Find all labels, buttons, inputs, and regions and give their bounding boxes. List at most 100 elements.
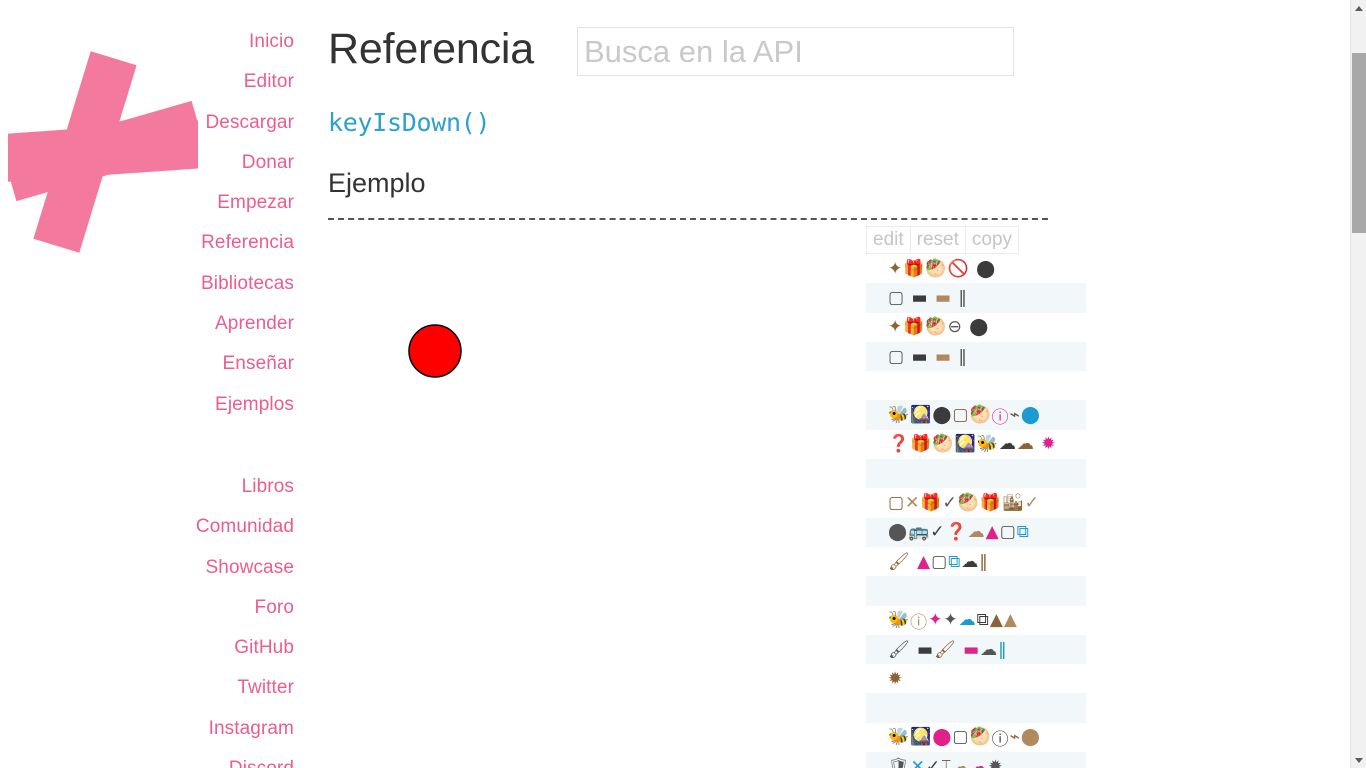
code-glyph: ▢	[888, 346, 906, 367]
sidebar-item-instagram[interactable]: Instagram	[4, 709, 294, 749]
sidebar-item-bibliotecas[interactable]: Bibliotecas	[4, 264, 294, 304]
section-title-ejemplo: Ejemplo	[328, 168, 426, 198]
code-line[interactable]	[866, 459, 1086, 489]
code-glyph: ▬	[963, 639, 981, 660]
code-line[interactable]: ✦ 🎁 🥙 🚫 ⬤	[866, 254, 1086, 284]
code-line[interactable]: ⬤ 🚌 ✓ ❓ ☁ ▲ ▢ ⧉	[866, 517, 1086, 547]
sidebar-item-descargar[interactable]: Descargar	[4, 103, 294, 143]
code-glyph: ▢	[931, 551, 949, 572]
sidebar-item-github[interactable]: GitHub	[4, 628, 294, 668]
code-line[interactable]: 🛡 ✕ ✓ ⌶ ☁ ☁ ✹	[866, 752, 1086, 768]
code-glyph: ☁	[967, 522, 986, 543]
code-glyph: 🖌	[934, 639, 957, 660]
code-glyph: ▢	[888, 287, 906, 308]
search-box[interactable]	[576, 27, 1014, 76]
code-glyph: ☁	[952, 756, 971, 768]
code-glyph: ⌶	[941, 756, 953, 768]
section-divider	[328, 218, 1048, 220]
code-line[interactable]	[866, 371, 1086, 401]
sidebar-item-referencia[interactable]: Referencia	[4, 223, 294, 263]
code-line[interactable]: 🐝 🎑 ⬤ ▢ 🥙 ⓘ ⌁ ⬤	[866, 722, 1086, 753]
code-glyph: ✓	[942, 493, 958, 514]
sidebar-item-ejemplos[interactable]: Ejemplos	[4, 385, 294, 425]
page-title: Referencia	[328, 25, 534, 73]
sidebar-item-ensenar[interactable]: Enseñar	[4, 344, 294, 384]
sidebar-item-comunidad[interactable]: Comunidad	[4, 507, 294, 547]
code-glyph: ✓	[1024, 493, 1040, 514]
code-glyph: ▲	[989, 610, 1004, 631]
code-glyph: ✦	[888, 317, 904, 338]
code-line[interactable]: ▢ ▬ ▬ ‖	[866, 341, 1086, 372]
code-glyph: ▢	[952, 727, 970, 748]
code-line[interactable]: ✹	[866, 664, 1086, 694]
code-editor-lines[interactable]: ✦ 🎁 🥙 🚫 ⬤ ▢ ▬ ▬ ‖ ✦ 🎁 🥙 ⊖ ⬤ ▢ ▬ ▬ ‖ 🐝 🎑 ⬤ ▢ 🥙 ⓘ ⌁ ⬤ ❓ 🎁 🥙 🎑 🐝 ☁…	[866, 254, 1086, 768]
code-line[interactable]: 🖌 ▲ ▢ ⧉ ☁ ‖	[866, 546, 1086, 577]
code-glyph: ☁	[970, 756, 989, 768]
code-glyph: ☁	[961, 551, 980, 572]
code-glyph: ⓘ	[991, 407, 1010, 428]
code-line[interactable]: 🐝 🎑 ⬤ ▢ 🥙 ⓘ ⌁ ⬤	[866, 400, 1086, 430]
code-glyph: ⬤	[932, 727, 953, 748]
code-line[interactable]: ▢ ✕ 🎁 ✓ 🥙 🎁 🏙 ✓	[866, 488, 1086, 518]
sidebar-item-aprender[interactable]: Aprender	[4, 304, 294, 344]
code-glyph: ❓	[945, 522, 968, 543]
code-glyph: ▬	[917, 639, 935, 660]
code-glyph: ▢	[888, 493, 906, 514]
code-glyph: 🐝	[976, 434, 999, 455]
code-glyph: ✕	[905, 493, 921, 514]
code-line[interactable]: 🐝 ⓘ ✦ ✦ ☁ ⧉ ▲ ▲	[866, 605, 1086, 635]
code-glyph: 🚌	[908, 522, 931, 543]
sidebar: Inicio Editor Descargar Donar Empezar Re…	[0, 0, 310, 768]
code-glyph: ⬤	[976, 258, 997, 279]
page-header: Referencia	[328, 22, 1014, 76]
code-glyph: ☁	[998, 434, 1017, 455]
code-glyph: 🥙	[925, 258, 948, 279]
code-line[interactable]: 🖌 ▬ 🖌 ▬ ☁ ‖	[866, 634, 1086, 665]
scroll-up-arrow-icon[interactable]	[1351, 0, 1366, 16]
code-glyph: ⬤	[888, 522, 909, 543]
scroll-down-arrow-icon[interactable]	[1351, 752, 1366, 768]
code-glyph: 🖌	[888, 551, 911, 572]
sidebar-item-discord[interactable]: Discord	[4, 749, 294, 768]
sidebar-item-showcase[interactable]: Showcase	[4, 548, 294, 588]
code-glyph: ☁	[1016, 434, 1035, 455]
code-glyph: ⌁	[1009, 727, 1021, 748]
code-glyph: ▬	[911, 287, 929, 308]
code-glyph: ⓘ	[991, 729, 1010, 750]
code-line[interactable]	[866, 693, 1086, 723]
sidebar-item-empezar[interactable]: Empezar	[4, 183, 294, 223]
code-glyph: 🥙	[925, 317, 948, 338]
code-glyph: ✹	[988, 756, 1004, 768]
sidebar-item-twitter[interactable]: Twitter	[4, 668, 294, 708]
code-line[interactable]	[866, 576, 1086, 606]
sidebar-item-inicio[interactable]: Inicio	[4, 22, 294, 62]
sidebar-nav: Inicio Editor Descargar Donar Empezar Re…	[4, 22, 294, 768]
code-line[interactable]: ▢ ▬ ▬ ‖	[866, 283, 1086, 313]
code-glyph: ‖	[958, 287, 968, 308]
code-glyph: ⬤	[969, 317, 990, 338]
sidebar-item-donar[interactable]: Donar	[4, 143, 294, 183]
code-glyph: ▢	[952, 405, 970, 426]
code-glyph: ⬤	[1020, 405, 1041, 426]
search-input[interactable]	[583, 33, 1013, 70]
code-glyph: ⌁	[1009, 405, 1021, 426]
reset-button[interactable]: reset	[910, 226, 966, 254]
code-line[interactable]: ❓ 🎁 🥙 🎑 🐝 ☁ ☁ ✹	[866, 429, 1086, 460]
edit-button[interactable]: edit	[866, 226, 911, 254]
scrollbar-thumb[interactable]	[1352, 53, 1366, 233]
sketch-canvas[interactable]	[385, 301, 485, 401]
code-glyph: ⓘ	[910, 612, 929, 633]
vertical-scrollbar[interactable]	[1350, 0, 1366, 768]
code-glyph: ⧉	[976, 610, 990, 631]
code-glyph: 🎁	[979, 493, 1003, 514]
code-line[interactable]: ✦ 🎁 🥙 ⊖ ⬤	[866, 312, 1086, 342]
code-glyph: 🖌	[888, 639, 911, 660]
main-content: Referencia keyIsDown() Ejemplo edit rese…	[310, 0, 1350, 768]
page-root: Inicio Editor Descargar Donar Empezar Re…	[0, 0, 1366, 768]
code-glyph: 🥙	[957, 493, 980, 514]
code-glyph: 🎑	[910, 727, 933, 748]
copy-button[interactable]: copy	[965, 226, 1020, 254]
sidebar-item-foro[interactable]: Foro	[4, 588, 294, 628]
sidebar-item-libros[interactable]: Libros	[4, 467, 294, 507]
sidebar-item-editor[interactable]: Editor	[4, 62, 294, 102]
